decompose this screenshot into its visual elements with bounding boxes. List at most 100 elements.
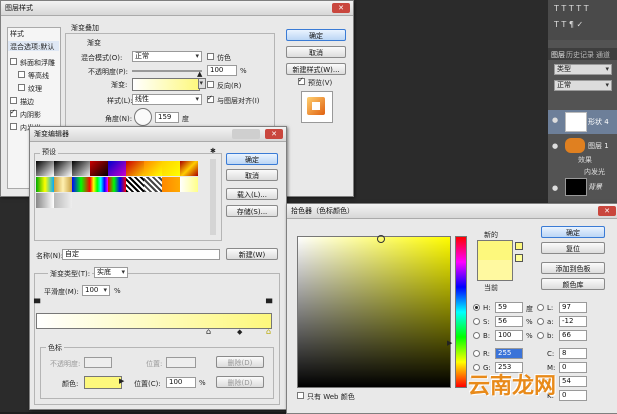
preview-checkbox[interactable] bbox=[298, 76, 305, 85]
preset-swatch[interactable] bbox=[36, 177, 54, 192]
opacity-slider[interactable] bbox=[132, 70, 202, 72]
effect-name[interactable]: 内发光 bbox=[584, 167, 605, 177]
texture-label[interactable]: 纹理 bbox=[28, 84, 42, 94]
bevel-label[interactable]: 斜面和浮雕 bbox=[20, 58, 55, 68]
web-warning-icon[interactable] bbox=[515, 254, 523, 262]
preset-swatch[interactable] bbox=[144, 177, 162, 192]
tab-layers[interactable]: 图层 bbox=[551, 50, 565, 60]
bevel-checkbox[interactable] bbox=[10, 58, 17, 65]
layer-name[interactable]: 形状 4 bbox=[588, 117, 609, 127]
opacity-stop-icon[interactable]: ▀ bbox=[266, 299, 272, 308]
gradient-save-button[interactable]: 存储(S)... bbox=[226, 205, 278, 217]
l-input[interactable]: 97 bbox=[559, 302, 587, 313]
blend-mode-select[interactable]: 正常 bbox=[132, 51, 202, 62]
a-radio[interactable] bbox=[537, 318, 544, 325]
preset-swatch[interactable] bbox=[54, 193, 72, 208]
eye-icon[interactable]: ● bbox=[552, 116, 558, 124]
contour-label[interactable]: 等高线 bbox=[28, 71, 49, 81]
b-radio[interactable] bbox=[473, 332, 480, 339]
s-radio[interactable] bbox=[473, 318, 480, 325]
lab-b-input[interactable]: 66 bbox=[559, 330, 587, 341]
gradient-ramp[interactable] bbox=[36, 313, 272, 329]
tab-channels[interactable]: 通道 bbox=[596, 50, 610, 60]
layer-style-ok-button[interactable]: 确定 bbox=[286, 29, 346, 41]
midpoint-icon[interactable]: ◆ bbox=[237, 328, 242, 336]
name-input[interactable]: 自定 bbox=[62, 249, 220, 260]
texture-checkbox[interactable] bbox=[18, 84, 25, 91]
lab-b-radio[interactable] bbox=[537, 332, 544, 339]
slider-thumb-icon[interactable]: ▲ bbox=[197, 70, 202, 78]
web-only-label[interactable]: 只有 Web 颜色 bbox=[307, 392, 355, 402]
preset-swatch[interactable] bbox=[126, 161, 144, 176]
layer-style-cancel-button[interactable]: 取消 bbox=[286, 46, 346, 58]
stop-location2-input[interactable]: 100 bbox=[166, 377, 196, 388]
h-radio[interactable] bbox=[473, 304, 480, 311]
preset-swatch[interactable] bbox=[54, 161, 72, 176]
presets-menu-icon[interactable]: ✱ bbox=[210, 147, 216, 155]
dither-label[interactable]: 仿色 bbox=[217, 53, 231, 63]
stop-color-swatch[interactable] bbox=[84, 376, 122, 389]
preset-swatch[interactable] bbox=[126, 177, 144, 192]
h-input[interactable]: 59 bbox=[495, 302, 523, 313]
angle-input[interactable]: 159 bbox=[155, 112, 179, 123]
eye-icon[interactable]: ● bbox=[552, 184, 558, 192]
hue-slider[interactable] bbox=[455, 236, 467, 388]
stop-delete2-button[interactable]: 删除(D) bbox=[216, 376, 264, 388]
preset-swatch[interactable] bbox=[72, 177, 90, 192]
tab-history[interactable]: 历史记录 bbox=[566, 50, 594, 60]
c-input[interactable]: 8 bbox=[559, 348, 587, 359]
reverse-checkbox[interactable] bbox=[207, 81, 214, 88]
opacity-input[interactable]: 100 bbox=[207, 65, 237, 76]
gradient-cancel-button[interactable]: 取消 bbox=[226, 169, 278, 181]
preset-swatch[interactable] bbox=[36, 161, 54, 176]
presets-scrollbar[interactable] bbox=[210, 159, 216, 235]
l-radio[interactable] bbox=[537, 304, 544, 311]
preset-swatch[interactable] bbox=[144, 161, 162, 176]
web-only-checkbox[interactable] bbox=[297, 392, 304, 399]
hue-slider-arrow-icon[interactable]: ▶ bbox=[447, 339, 452, 347]
new-style-button[interactable]: 新建样式(W)... bbox=[286, 63, 346, 75]
reverse-label[interactable]: 反向(R) bbox=[217, 81, 241, 91]
close-icon[interactable]: ✕ bbox=[598, 206, 616, 216]
color-stop-icon[interactable]: ⌂ bbox=[206, 327, 211, 336]
color-libraries-button[interactable]: 颜色库 bbox=[541, 278, 605, 290]
eye-icon[interactable]: ● bbox=[552, 142, 558, 150]
layer-name[interactable]: 图层 1 bbox=[588, 141, 609, 151]
current-color-swatch[interactable] bbox=[477, 260, 513, 281]
layer-name[interactable]: 背景 bbox=[588, 182, 602, 192]
preset-swatch[interactable] bbox=[90, 161, 108, 176]
b-input[interactable]: 100 bbox=[495, 330, 523, 341]
preset-swatch[interactable] bbox=[72, 161, 90, 176]
gradient-new-button[interactable]: 新建(W) bbox=[226, 248, 278, 260]
preset-swatch[interactable] bbox=[162, 177, 180, 192]
smoothness-input[interactable]: 100 bbox=[82, 285, 110, 296]
preset-swatch[interactable] bbox=[180, 177, 198, 192]
dither-checkbox[interactable] bbox=[207, 53, 214, 60]
preview-label[interactable]: 预览(V) bbox=[308, 78, 332, 88]
close-icon[interactable]: ✕ bbox=[265, 129, 283, 139]
contour-checkbox[interactable] bbox=[18, 71, 25, 78]
color-field[interactable] bbox=[297, 236, 451, 388]
picker-ok-button[interactable]: 确定 bbox=[541, 226, 605, 238]
preset-swatch[interactable] bbox=[90, 177, 108, 192]
preset-swatch[interactable] bbox=[36, 193, 54, 208]
stroke-label[interactable]: 描边 bbox=[20, 97, 34, 107]
stroke-checkbox[interactable] bbox=[10, 97, 17, 104]
gradient-load-button[interactable]: 载入(L)... bbox=[226, 188, 278, 200]
align-layer-label[interactable]: 与图层对齐(I) bbox=[217, 96, 260, 106]
opacity-stop-icon[interactable]: ▀ bbox=[34, 299, 40, 308]
styles-header[interactable]: 样式 bbox=[10, 29, 24, 39]
gradient-dropdown[interactable] bbox=[198, 78, 206, 89]
color-arrow-icon[interactable]: ▶ bbox=[119, 377, 124, 385]
preset-swatch[interactable] bbox=[180, 161, 198, 176]
add-swatch-button[interactable]: 添加到色板 bbox=[541, 262, 605, 274]
inner-glow-checkbox[interactable] bbox=[10, 123, 17, 130]
color-stop-icon[interactable]: ⌂ bbox=[266, 327, 271, 336]
a-input[interactable]: -12 bbox=[559, 316, 587, 327]
preset-swatch[interactable] bbox=[162, 161, 180, 176]
s-input[interactable]: 56 bbox=[495, 316, 523, 327]
r-radio[interactable] bbox=[473, 350, 480, 357]
r-input[interactable]: 255 bbox=[495, 348, 523, 359]
style-select[interactable]: 线性 bbox=[132, 94, 202, 105]
type-tools-2[interactable]: T T ¶ ✓ bbox=[554, 20, 583, 29]
